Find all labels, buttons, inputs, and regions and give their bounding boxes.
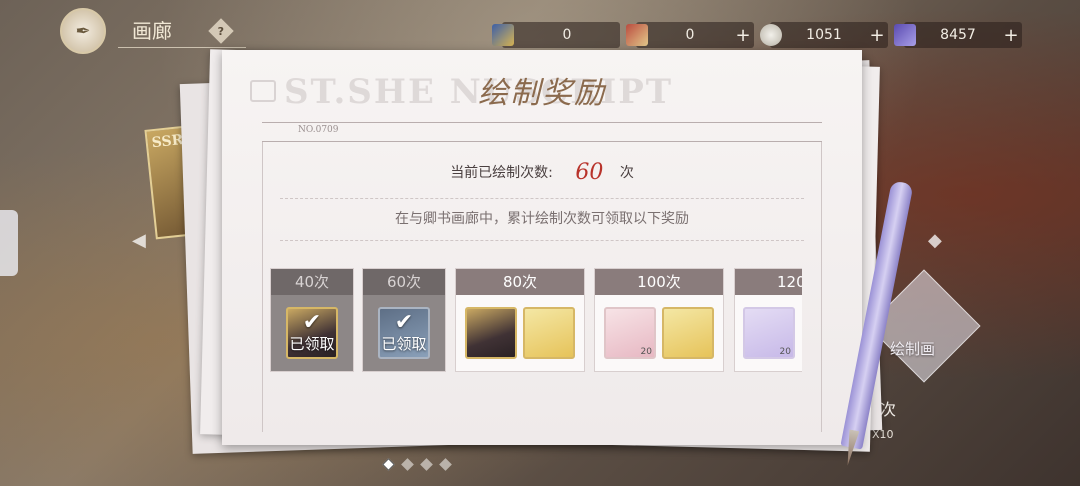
draw-count-value: 60 [575, 160, 604, 185]
currency-gem: 8457 + [894, 22, 1022, 48]
arrow-left-icon[interactable]: ◀ [132, 230, 146, 251]
currency-paint-set: 0 [492, 22, 620, 48]
coin-icon [760, 24, 782, 46]
draw-times-label: 次 [880, 400, 897, 419]
reward-description: 在与卿书画廊中，累计绘制次数可领取以下奖励 [395, 211, 689, 227]
paint-set-icon [492, 24, 514, 46]
check-icon: ✔ [302, 309, 322, 335]
page-dot[interactable] [401, 458, 414, 471]
draw-count-row: 当前已绘制次数: 60 次 [222, 160, 862, 185]
reward-tier-80[interactable]: 80次 [455, 268, 585, 372]
reward-tier-60[interactable]: 60次 ✔ 已领取 [362, 268, 446, 372]
reward-tier-40[interactable]: 40次 ✔ 已领取 [270, 268, 354, 372]
side-drawer-handle[interactable] [0, 210, 18, 276]
currency-coin: 1051 + [760, 22, 888, 48]
add-paint-box-button[interactable]: + [732, 25, 754, 46]
check-icon: ✔ [394, 309, 414, 335]
currency-paint-box: 0 + [626, 22, 754, 48]
page-dot[interactable] [382, 458, 395, 471]
divider [280, 240, 804, 241]
page-dot[interactable] [420, 458, 433, 471]
draw-count-unit: 次 [619, 165, 634, 181]
form-header-lines [262, 122, 822, 142]
document-number: NO.0709 [298, 125, 339, 135]
claimed-badge: ✔ 已领取 [381, 309, 427, 353]
add-coin-button[interactable]: + [866, 25, 888, 46]
back-button[interactable]: ✒ [60, 8, 106, 54]
add-gem-button[interactable]: + [1000, 25, 1022, 46]
paint-box-icon [626, 24, 648, 46]
draw-count-label: 当前已绘制次数: [450, 165, 553, 181]
reward-list[interactable]: 40次 ✔ 已领取 60次 ✔ 已领取 80次 100次 20 120 20 [270, 268, 802, 372]
arrow-right-icon[interactable]: ◆ [928, 230, 942, 251]
draw-label: 绘制画 [890, 340, 936, 358]
reward-tier-120[interactable]: 120 20 [734, 268, 802, 372]
claimed-badge: ✔ 已领取 [289, 309, 335, 353]
fairy-wand-icon[interactable]: 20 [743, 307, 795, 359]
art-supply-bag-icon[interactable] [662, 307, 714, 359]
quill-icon: ✒ [75, 20, 91, 42]
reward-tier-100[interactable]: 100次 20 [594, 268, 724, 372]
pink-gift-icon[interactable]: 20 [604, 307, 656, 359]
avatar-item-icon[interactable] [465, 307, 517, 359]
draw-reward-panel: ST.SHE NUSCRIPT 绘制奖励 NO.0709 当前已绘制次数: 60… [222, 50, 862, 445]
page-indicator [382, 458, 452, 471]
panel-title: 绘制奖励 [478, 76, 606, 111]
art-supply-bag-icon[interactable] [523, 307, 575, 359]
gem-icon [894, 24, 916, 46]
page-dot[interactable] [439, 458, 452, 471]
divider [280, 198, 804, 199]
